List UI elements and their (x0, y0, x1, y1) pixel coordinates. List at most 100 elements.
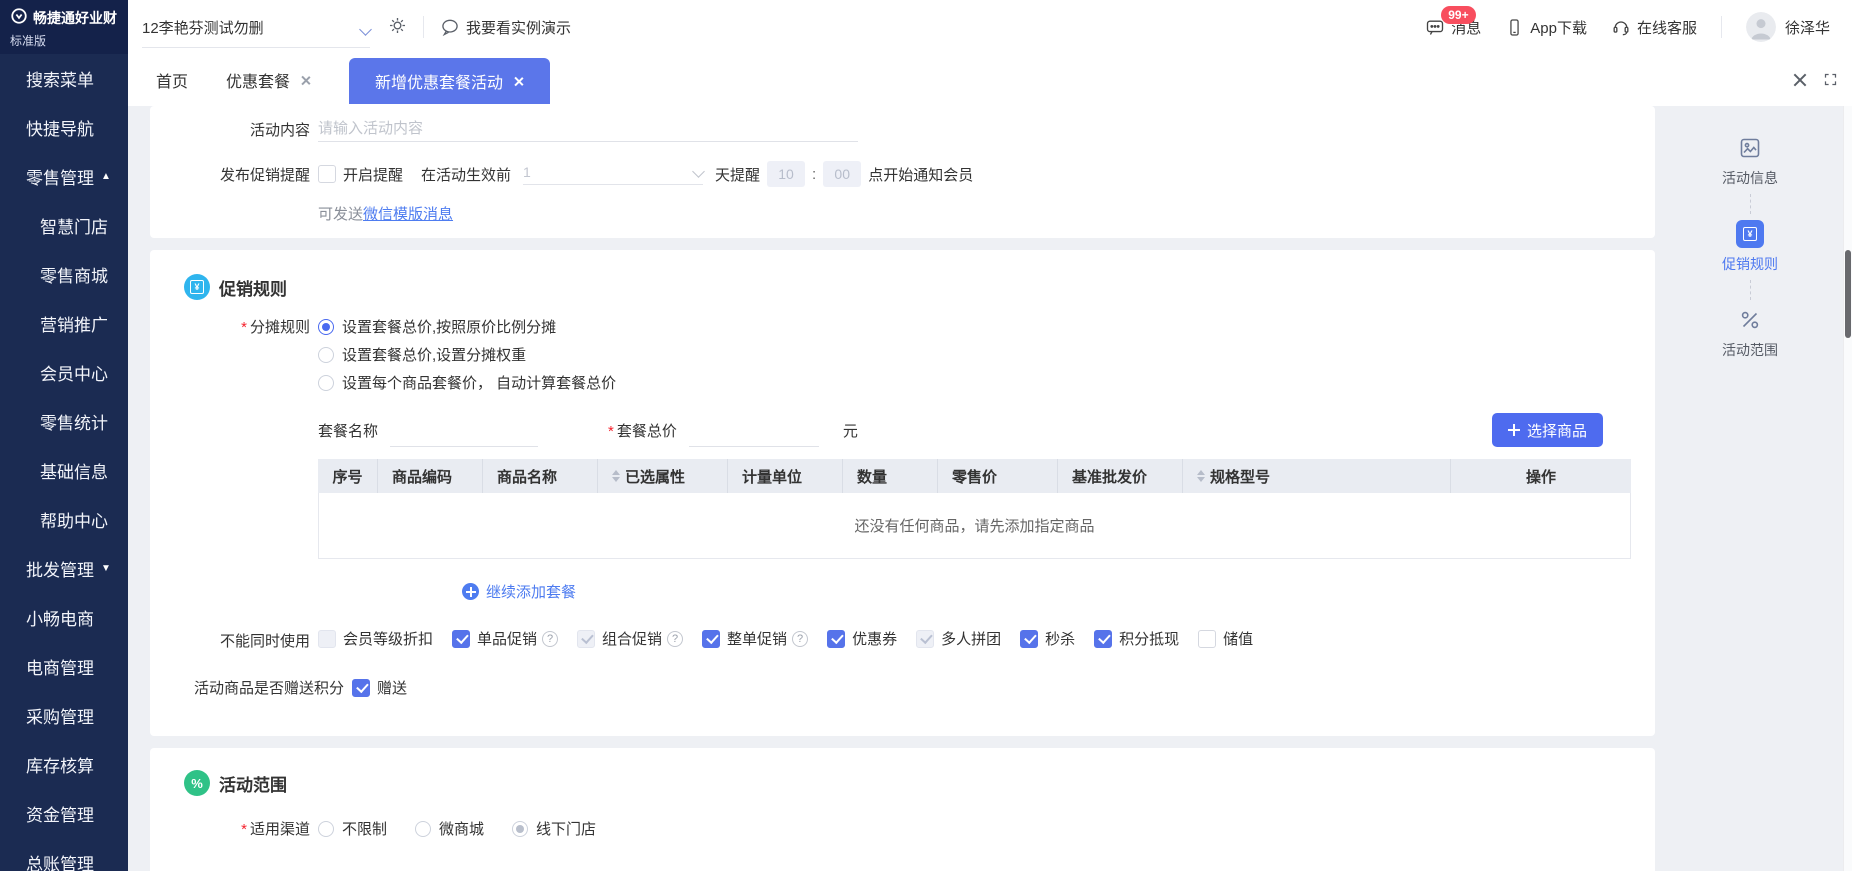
workspace-select[interactable]: 12李艳芬测试勿删 (142, 17, 372, 48)
radio-icon (512, 820, 529, 837)
sidebar-item[interactable]: 库存核算 (0, 740, 128, 789)
sidebar-item[interactable]: 零售统计 (0, 397, 128, 446)
messages-button[interactable]: 99+ 消息 (1425, 5, 1481, 38)
table-column-header[interactable]: * 商品名称 (483, 459, 598, 493)
online-support-button[interactable]: 在线客服 (1611, 17, 1697, 38)
minute-input[interactable]: 00 (823, 161, 862, 187)
workspace-name: 12李艳芬测试勿删 (142, 19, 264, 37)
sidebar-item[interactable]: 快捷导航 (0, 103, 128, 152)
exclusive-label: 不能同时使用 (219, 633, 310, 650)
hour-input[interactable]: 10 (767, 161, 806, 187)
table-column-header[interactable]: * 商品编码 (378, 459, 483, 493)
sidebar-item[interactable]: 电商管理 (0, 642, 128, 691)
activity-scope-icon (1736, 306, 1764, 334)
package-price-input[interactable] (688, 421, 819, 447)
package-name-input[interactable] (390, 421, 539, 447)
close-tab-icon[interactable] (512, 75, 524, 87)
table-column-header[interactable]: * 序号 (318, 459, 378, 493)
sidebar-item[interactable]: 小畅电商 (0, 593, 128, 642)
enable-reminder-checkbox[interactable] (318, 165, 336, 183)
brand-name: 畅捷通好业财 (33, 10, 117, 26)
help-icon[interactable]: ? (667, 630, 684, 647)
exclusive-option[interactable]: 储值 ? (1198, 628, 1253, 649)
exclusive-option[interactable]: 整单促销 ? (702, 628, 809, 649)
exclusive-option[interactable]: 优惠券 ? (827, 628, 897, 649)
channel-option[interactable]: 不限制 (318, 818, 387, 839)
exclusive-option[interactable]: 秒杀 ? (1020, 628, 1075, 649)
activity-scope-header: % 活动范围 (184, 770, 1631, 796)
sidebar-item[interactable]: 采购管理 (0, 691, 128, 740)
checkbox-icon (318, 629, 336, 648)
radio-icon (415, 820, 432, 837)
radio-icon (318, 374, 334, 391)
sidebar-item[interactable]: 总账管理 (0, 838, 128, 871)
expand-arrow-icon: ▲ (101, 171, 111, 182)
user-menu[interactable]: 徐泽华 (1745, 12, 1830, 42)
exclusive-option[interactable]: 多人拼团 ? (916, 628, 1001, 649)
activity-info-icon (1736, 134, 1764, 162)
checkbox-icon (1198, 629, 1217, 648)
divider (1749, 194, 1751, 214)
table-column-header[interactable]: * 已选属性 (598, 459, 728, 493)
radio-icon (318, 346, 334, 363)
checkbox-icon (1020, 629, 1039, 648)
sidebar-item[interactable]: 零售管理 ▲ (0, 152, 128, 201)
help-icon[interactable]: ? (792, 630, 809, 647)
sidebar-item[interactable]: 会员中心 (0, 348, 128, 397)
help-icon[interactable]: ? (542, 630, 559, 647)
vertical-scrollbar[interactable] (1843, 90, 1852, 871)
close-icon[interactable] (1792, 72, 1808, 88)
table-column-header[interactable]: * 零售价 (938, 459, 1058, 493)
demo-link[interactable]: 我要看实例演示 (440, 17, 571, 38)
promo-reminder-row: 发布促销提醒 开启提醒 在活动生效前 1 天提醒 10 : 00 点开始通知会员 (174, 161, 1631, 187)
scrollbar-thumb[interactable] (1845, 250, 1851, 338)
gift-checkbox[interactable] (352, 678, 370, 697)
gift-checkbox-text: 赠送 (377, 680, 408, 697)
table-column-header[interactable]: * 数量 (843, 459, 938, 493)
sidebar-item[interactable]: 零售商城 (0, 250, 128, 299)
close-tab-icon[interactable] (299, 74, 311, 86)
anchor-activity-scope[interactable]: 活动范围 (1722, 306, 1778, 360)
page-tab[interactable]: 新增优惠套餐活动 (349, 58, 551, 104)
exclusive-option[interactable]: 组合促销 ? (577, 628, 684, 649)
add-package-link[interactable]: 继续添加套餐 (462, 581, 576, 602)
page-tab[interactable]: 优惠套餐 (226, 54, 311, 106)
exclusive-option[interactable]: 会员等级折扣 ? (318, 628, 433, 649)
split-rule-option[interactable]: 设置套餐总价,按照原价比例分摊 (318, 316, 616, 337)
table-column-header[interactable]: * 计量单位 (728, 459, 843, 493)
activity-scope-title: 活动范围 (219, 775, 287, 795)
anchor-activity-info[interactable]: 活动信息 (1722, 134, 1778, 188)
select-goods-button[interactable]: 选择商品 (1491, 413, 1603, 447)
days-select[interactable]: 1 (523, 164, 705, 185)
sidebar-item[interactable]: 资金管理 (0, 789, 128, 838)
page-tab[interactable]: 首页 (156, 54, 188, 106)
table-column-header[interactable]: * 规格型号 (1183, 459, 1451, 493)
fullscreen-icon[interactable] (1823, 72, 1838, 91)
exclusive-option[interactable]: 积分抵现 ? (1094, 628, 1179, 649)
chevron-down-icon (359, 22, 372, 36)
activity-content-row: 活动内容 (174, 116, 1631, 142)
app-download-button[interactable]: App下载 (1505, 17, 1587, 38)
table-column-header[interactable]: * 基准批发价 (1058, 459, 1183, 493)
split-rule-option[interactable]: 设置套餐总价,设置分摊权重 (318, 344, 616, 365)
gear-icon[interactable] (388, 16, 407, 39)
sidebar-item[interactable]: 批发管理 ▼ (0, 544, 128, 593)
sidebar-item[interactable]: 帮助中心 (0, 495, 128, 544)
channel-option[interactable]: 线下门店 (512, 818, 596, 839)
sidebar-item[interactable]: 营销推广 (0, 299, 128, 348)
wechat-template-link[interactable]: 微信模版消息 (363, 206, 453, 223)
wechat-prefix-text: 可发送 (318, 206, 364, 223)
activity-content-input[interactable] (318, 116, 858, 142)
sidebar-item[interactable]: 智慧门店 (0, 201, 128, 250)
checkbox-icon (577, 629, 596, 648)
sidebar-item[interactable]: 搜索菜单 (0, 54, 128, 103)
channel-option[interactable]: 微商城 (415, 818, 484, 839)
table-column-header[interactable]: * 操作 (1451, 459, 1631, 493)
checkbox-icon (452, 629, 471, 648)
sidebar-item[interactable]: 基础信息 (0, 446, 128, 495)
time-colon: : (812, 165, 817, 183)
scope-percent-icon: % (184, 770, 210, 796)
split-rule-option[interactable]: 设置每个商品套餐价， 自动计算套餐总价 (318, 372, 616, 393)
exclusive-option[interactable]: 单品促销 ? (452, 628, 559, 649)
anchor-promo-rules[interactable]: ¥ 促销规则 (1722, 220, 1778, 274)
